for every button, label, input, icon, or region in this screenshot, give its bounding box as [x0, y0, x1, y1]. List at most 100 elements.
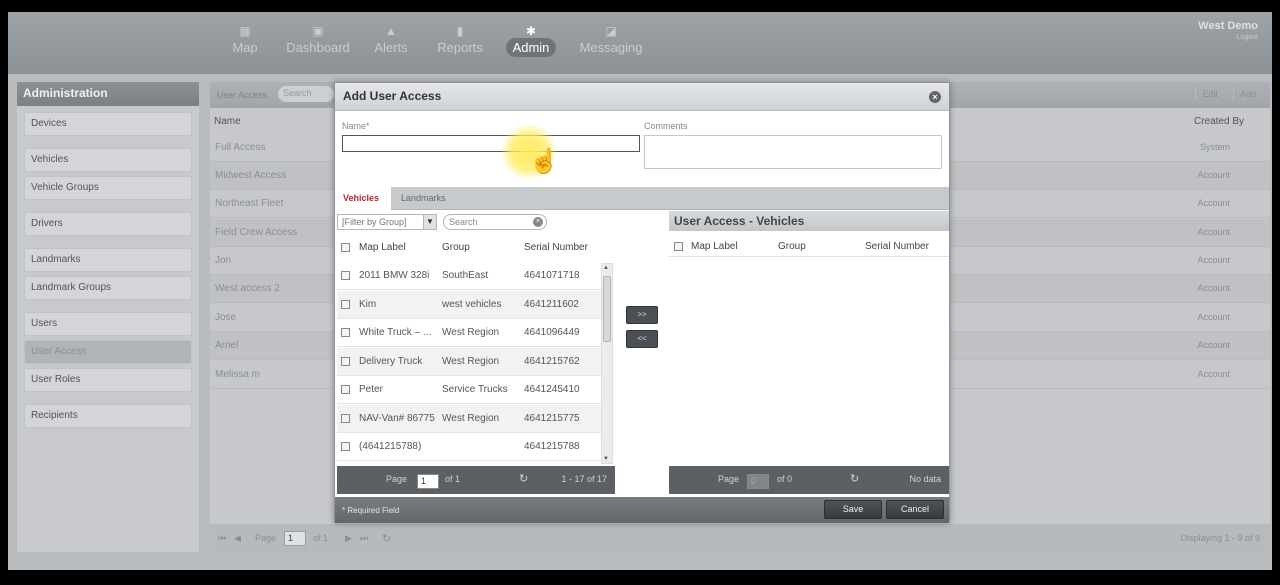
- list-item[interactable]: Peter Service Trucks 4641245410: [337, 376, 601, 404]
- sidebar-item-landmarks[interactable]: Landmarks: [24, 248, 192, 272]
- page-input[interactable]: 1: [417, 474, 439, 489]
- row-checkbox[interactable]: [341, 328, 350, 337]
- sidebar-item-user-roles[interactable]: User Roles: [24, 368, 192, 392]
- refresh-icon[interactable]: ↻: [519, 472, 528, 485]
- scroll-thumb[interactable]: [603, 276, 611, 342]
- col-map-label[interactable]: Map Label: [359, 242, 406, 253]
- row-name: Full Access: [215, 142, 266, 153]
- nav-messaging[interactable]: ◪ Messaging: [579, 24, 643, 55]
- scroll-up-icon[interactable]: ▲: [603, 265, 609, 271]
- grid-pager: ⏮ ◀ Page 1 of 1 ▶ ⏭ ↻ Displaying 1 - 9 o…: [210, 524, 1270, 554]
- list-item[interactable]: 2011 BMW 328i SouthEast 4641071718: [337, 262, 601, 290]
- cancel-button[interactable]: Cancel: [886, 500, 944, 519]
- page-input[interactable]: 1: [284, 531, 306, 546]
- row-checkbox[interactable]: [341, 442, 350, 451]
- sidebar-item-user-access[interactable]: User Access: [24, 340, 192, 364]
- col-serial[interactable]: Serial Number: [524, 242, 588, 253]
- comments-label: Comments: [644, 121, 688, 131]
- page-label: Page: [718, 474, 740, 484]
- row-checkbox[interactable]: [341, 271, 350, 280]
- row-created: Account: [1197, 227, 1230, 237]
- col-group[interactable]: Group: [778, 241, 806, 252]
- tab-landmarks[interactable]: Landmarks: [393, 187, 453, 210]
- nav-alerts[interactable]: ▲ Alerts: [373, 24, 409, 55]
- sidebar-item-landmark-groups[interactable]: Landmark Groups: [24, 276, 192, 300]
- nav-admin[interactable]: ✱ Admin: [505, 24, 557, 57]
- range-text: 1 - 17 of 17: [561, 474, 607, 484]
- nav-dashboard[interactable]: ▣ Dashboard: [286, 24, 350, 55]
- group-filter-select[interactable]: [Filter by Group] ▼: [337, 214, 437, 230]
- vehicle-search-input[interactable]: Search ×: [443, 214, 547, 230]
- add-button[interactable]: Add: [1232, 87, 1262, 101]
- sidebar-item-users[interactable]: Users: [24, 312, 192, 336]
- move-left-button[interactable]: <<: [626, 330, 658, 348]
- next-page-icon[interactable]: ▶: [345, 533, 352, 544]
- row-name: Jose: [215, 312, 237, 323]
- select-all-checkbox[interactable]: [341, 243, 350, 252]
- row-group: SouthEast: [442, 270, 489, 281]
- nav-reports[interactable]: ▮ Reports: [436, 24, 484, 55]
- page-input[interactable]: 0: [747, 474, 769, 489]
- row-checkbox[interactable]: [341, 357, 350, 366]
- sidebar-item-vehicles[interactable]: Vehicles: [24, 148, 192, 172]
- sidebar-item-vehicle-groups[interactable]: Vehicle Groups: [24, 176, 192, 200]
- row-created: Account: [1197, 170, 1230, 180]
- scroll-down-icon[interactable]: ▼: [603, 456, 609, 462]
- displaying-count: Displaying 1 - 9 of 9: [1180, 533, 1260, 543]
- col-map-label[interactable]: Map Label: [691, 241, 738, 252]
- name-label: Name*: [342, 121, 370, 131]
- clear-search-icon[interactable]: ×: [533, 217, 543, 227]
- grid-search-input[interactable]: Search: [278, 86, 334, 102]
- name-field[interactable]: [342, 135, 640, 152]
- available-pager: Page 1 of 1 ↻ 1 - 17 of 17: [337, 466, 615, 494]
- move-right-button[interactable]: >>: [626, 306, 658, 324]
- refresh-icon[interactable]: ↻: [850, 472, 859, 485]
- close-icon[interactable]: ×: [929, 91, 941, 103]
- list-scrollbar[interactable]: ▲ ▼: [601, 263, 613, 464]
- comments-field[interactable]: [644, 135, 942, 169]
- search-placeholder: Search: [449, 217, 478, 227]
- list-item[interactable]: NAV-Van# 86775 West Region 4641215775: [337, 405, 601, 433]
- list-item[interactable]: (4641215788) 4641215788: [337, 433, 601, 461]
- col-created-header[interactable]: Created By: [1194, 116, 1244, 127]
- first-page-icon[interactable]: ⏮: [218, 533, 226, 544]
- row-label: 2011 BMW 328i: [359, 270, 430, 281]
- row-created: Account: [1197, 283, 1230, 293]
- sidebar-item-recipients[interactable]: Recipients: [24, 404, 192, 428]
- list-item[interactable]: Delivery Truck West Region 4641215762: [337, 348, 601, 376]
- add-user-access-dialog: Add User Access × Name* Comments Vehicle…: [334, 82, 950, 523]
- edit-button[interactable]: Edit: [1195, 87, 1224, 101]
- prev-page-icon[interactable]: ◀: [234, 533, 241, 544]
- row-created: System: [1199, 142, 1230, 152]
- save-button[interactable]: Save: [824, 500, 882, 519]
- list-item[interactable]: White Truck – ... West Region 4641096449: [337, 319, 601, 347]
- row-group: West Region: [442, 356, 500, 367]
- required-note: * Required Field: [342, 506, 400, 515]
- logout-link[interactable]: Logout: [1198, 34, 1258, 41]
- nav-map[interactable]: ▦ Map: [230, 24, 260, 55]
- list-item[interactable]: Kim west vehicles 4641211602: [337, 291, 601, 319]
- row-label: Kim: [359, 299, 377, 310]
- chevron-down-icon[interactable]: ▼: [423, 215, 436, 229]
- col-name-header[interactable]: Name: [214, 116, 241, 127]
- row-group: West Region: [442, 327, 500, 338]
- tab-vehicles[interactable]: Vehicles: [335, 187, 391, 210]
- divider: [669, 256, 949, 257]
- col-group[interactable]: Group: [442, 242, 470, 253]
- row-checkbox[interactable]: [341, 300, 350, 309]
- col-serial[interactable]: Serial Number: [865, 241, 929, 252]
- user-menu[interactable]: West Demo Logout: [1198, 20, 1258, 41]
- page-label: Page: [386, 474, 408, 484]
- select-all-selected-checkbox[interactable]: [674, 242, 683, 251]
- sidebar-item-devices[interactable]: Devices: [24, 112, 192, 136]
- refresh-icon[interactable]: ↻: [382, 532, 391, 545]
- user-name: West Demo: [1198, 20, 1258, 32]
- sidebar-item-drivers[interactable]: Drivers: [24, 212, 192, 236]
- row-checkbox[interactable]: [341, 414, 350, 423]
- nav-label: Reports: [437, 40, 483, 55]
- last-page-icon[interactable]: ⏭: [360, 533, 368, 544]
- row-checkbox[interactable]: [341, 385, 350, 394]
- messaging-icon: ◪: [605, 24, 617, 38]
- nav-label: Map: [232, 40, 258, 55]
- row-label: (4641215788): [359, 441, 422, 452]
